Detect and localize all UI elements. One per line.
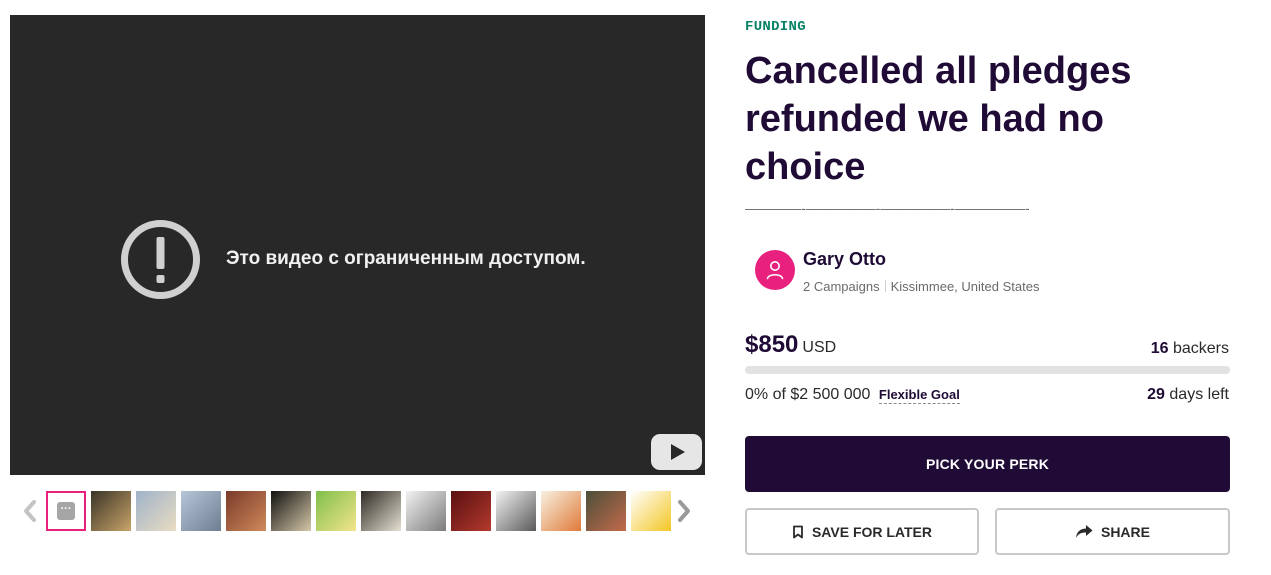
media-gallery: ··· — [10, 488, 705, 534]
chevron-right-icon[interactable] — [674, 498, 694, 524]
owner-campaign-count[interactable]: 2 Campaigns — [803, 279, 880, 294]
share-arrow-icon — [1075, 525, 1093, 538]
raised-currency: USD — [802, 339, 837, 356]
gallery-thumb[interactable] — [586, 491, 626, 531]
pick-your-perk-label: PICK YOUR PERK — [925, 456, 1050, 472]
gallery-thumb[interactable] — [271, 491, 311, 531]
save-for-later-label: SAVE FOR LATER — [811, 523, 933, 540]
gallery-thumb[interactable] — [226, 491, 266, 531]
days-label: days left — [1169, 386, 1229, 403]
share-label: SHARE — [1100, 523, 1150, 540]
campaign-title: Cancelled all pledges refunded we had no… — [745, 50, 1132, 188]
campaign-tagline: ————-—————-—————-—————- — [745, 200, 1030, 216]
owner-meta: 2 Campaigns Kissimmee, United States — [803, 279, 1039, 294]
share-button[interactable]: SHARE — [995, 508, 1230, 555]
gallery-thumb[interactable] — [631, 491, 671, 531]
gallery-thumb[interactable] — [361, 491, 401, 531]
days-left: 29 days left — [1147, 386, 1229, 404]
campaign-status-tag: FUNDING — [745, 19, 806, 35]
chevron-left-icon[interactable] — [20, 498, 40, 524]
owner-name[interactable]: Gary Otto — [803, 249, 886, 270]
backers-count: 16 backers — [1151, 340, 1229, 358]
gallery-thumb-video[interactable]: ··· — [46, 491, 86, 531]
owner-location: Kissimmee, United States — [890, 279, 1040, 294]
gallery-thumb[interactable] — [451, 491, 491, 531]
youtube-logo-icon[interactable] — [651, 434, 702, 470]
goal-percent-text: 0% of $2 500 000 — [745, 386, 871, 403]
gallery-thumb[interactable] — [136, 491, 176, 531]
bookmark-icon — [793, 525, 803, 538]
video-player[interactable]: Это видео с ограниченным доступом. — [10, 15, 705, 475]
backers-number: 16 — [1150, 340, 1169, 357]
gallery-thumb[interactable] — [181, 491, 221, 531]
user-icon — [766, 261, 784, 280]
funding-progress-bar — [745, 366, 1230, 374]
funding-goal: 0% of $2 500 000 Flexible Goal — [745, 386, 960, 404]
gallery-thumb[interactable] — [541, 491, 581, 531]
save-for-later-button[interactable]: SAVE FOR LATER — [745, 508, 979, 555]
gallery-thumb[interactable] — [316, 491, 356, 531]
raised-amount: $850 — [745, 331, 799, 358]
video-unavailable-message: Это видео с ограниченным доступом. — [226, 248, 586, 269]
thumbnail-strip: ··· — [46, 491, 671, 531]
backers-label: backers — [1172, 340, 1229, 357]
gallery-thumb[interactable] — [496, 491, 536, 531]
video-thumb-icon: ··· — [57, 502, 75, 520]
gallery-thumb[interactable] — [91, 491, 131, 531]
gallery-thumb[interactable] — [406, 491, 446, 531]
meta-divider — [884, 280, 886, 292]
flexible-goal-tooltip-trigger[interactable]: Flexible Goal — [878, 387, 960, 404]
amount-raised: $850 USD — [745, 331, 836, 359]
avatar[interactable] — [755, 250, 795, 290]
days-number: 29 — [1147, 386, 1165, 403]
pick-your-perk-button[interactable]: PICK YOUR PERK — [745, 436, 1230, 492]
warning-icon — [121, 220, 200, 299]
